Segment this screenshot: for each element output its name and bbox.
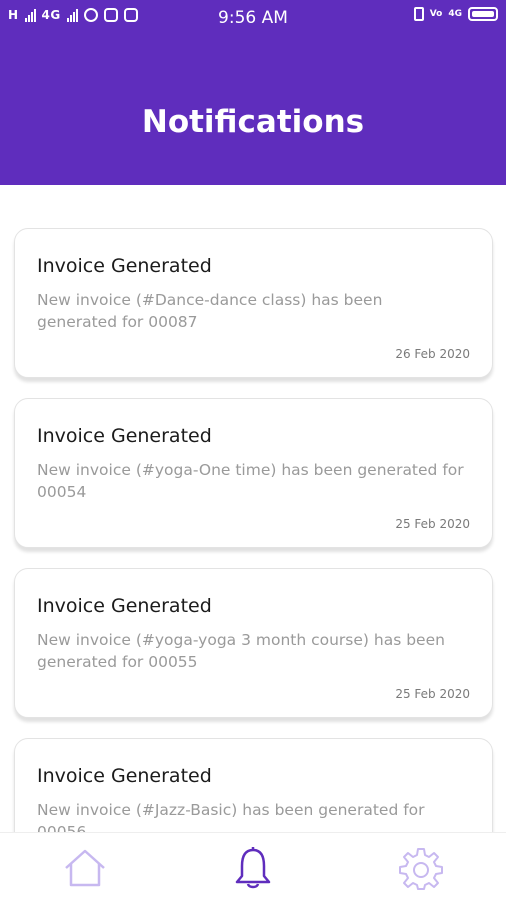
network-right-label: 4G bbox=[448, 9, 462, 19]
gear-icon bbox=[399, 848, 443, 890]
notification-message: New invoice (#yoga-yoga 3 month course) … bbox=[37, 631, 445, 671]
vibrate-icon bbox=[413, 7, 424, 21]
notification-date: 26 Feb 2020 bbox=[395, 347, 470, 361]
home-icon bbox=[65, 849, 105, 887]
notification-title: Invoice Generated bbox=[37, 255, 212, 277]
bottom-navigation bbox=[0, 832, 506, 901]
notification-date: 25 Feb 2020 bbox=[395, 687, 470, 701]
battery-icon bbox=[468, 7, 498, 21]
bell-icon bbox=[235, 847, 271, 889]
app-header: H 4G 9:56 AM Vo 4G Notifications bbox=[0, 0, 506, 185]
notification-message: New invoice (#Dance-dance class) has bee… bbox=[37, 291, 383, 331]
notification-card[interactable]: Invoice Generated New invoice (#Jazz-Bas… bbox=[14, 738, 493, 832]
notification-message: New invoice (#Jazz-Basic) has been gener… bbox=[37, 801, 425, 832]
nav-notifications-button[interactable] bbox=[230, 845, 276, 891]
page-title: Notifications bbox=[141, 104, 365, 140]
notification-card[interactable]: Invoice Generated New invoice (#yoga-One… bbox=[14, 398, 493, 548]
notification-message: New invoice (#yoga-One time) has been ge… bbox=[37, 461, 464, 501]
notification-title: Invoice Generated bbox=[37, 425, 212, 447]
volte-icon: Vo bbox=[429, 9, 443, 19]
notification-title: Invoice Generated bbox=[37, 765, 212, 787]
notification-title: Invoice Generated bbox=[37, 595, 212, 617]
nav-settings-button[interactable] bbox=[398, 845, 444, 891]
nav-home-button[interactable] bbox=[62, 845, 108, 891]
notification-list[interactable]: Invoice Generated New invoice (#Dance-da… bbox=[0, 228, 506, 832]
status-bar: H 4G 9:56 AM Vo 4G bbox=[0, 0, 506, 36]
notification-card[interactable]: Invoice Generated New invoice (#yoga-yog… bbox=[14, 568, 493, 718]
status-right: Vo 4G bbox=[413, 7, 498, 21]
notification-date: 25 Feb 2020 bbox=[395, 517, 470, 531]
notification-card[interactable]: Invoice Generated New invoice (#Dance-da… bbox=[14, 228, 493, 378]
